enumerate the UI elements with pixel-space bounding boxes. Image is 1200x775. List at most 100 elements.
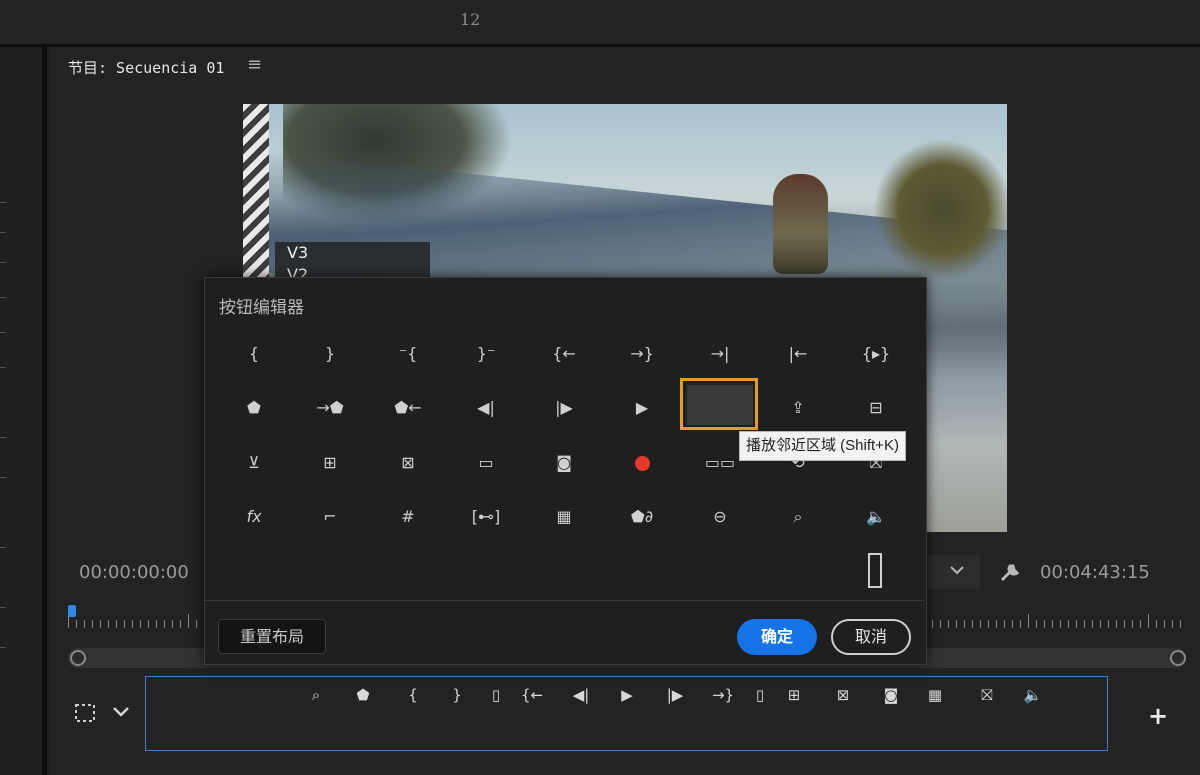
ruler-tick: [1148, 614, 1149, 628]
ruler-tick: [948, 620, 949, 628]
ruler-tick: [1060, 620, 1061, 628]
ruler-tick: [180, 620, 181, 628]
ruler-tick: [1156, 620, 1157, 628]
editor-button-r2-c9[interactable]: ⊟: [858, 394, 894, 422]
editor-button-r3-c1[interactable]: ⊻: [236, 449, 272, 477]
editor-button-r1-c7[interactable]: →|: [702, 340, 738, 368]
ruler-tick: [940, 620, 941, 628]
editor-button-r3-c2[interactable]: ⊞: [312, 449, 348, 477]
transport-button-8[interactable]: ▶: [615, 683, 639, 707]
chevron-down-icon: [950, 566, 964, 575]
empty-button-slot[interactable]: [868, 553, 882, 588]
editor-button-r2-c3[interactable]: ⬟←: [390, 394, 426, 422]
ruler-tick: [1068, 620, 1069, 628]
dialog-divider: [205, 600, 924, 601]
reset-layout-button[interactable]: 重置布局: [218, 619, 326, 654]
transport-button-11[interactable]: ▯: [748, 683, 772, 707]
ruler-tick: [1172, 620, 1173, 628]
select-zoom-icon[interactable]: [74, 703, 98, 729]
editor-button-r1-c6[interactable]: →}: [624, 340, 660, 368]
transport-button-6[interactable]: {←: [520, 683, 544, 707]
editor-button-r3-c3[interactable]: ⊠: [390, 449, 426, 477]
transport-button-9[interactable]: |▶: [663, 683, 687, 707]
editor-button-r2-c2[interactable]: →⬟: [312, 394, 348, 422]
ok-button[interactable]: 确定: [737, 619, 817, 655]
editor-button-r4-c5[interactable]: ▦: [546, 503, 582, 531]
transport-button-16[interactable]: ⛝: [975, 683, 999, 707]
wrench-icon[interactable]: [998, 560, 1022, 588]
cancel-button[interactable]: 取消: [831, 619, 911, 655]
ruler-tick: [132, 620, 133, 628]
transport-button-3[interactable]: {: [401, 683, 425, 707]
editor-button-r4-c2[interactable]: ⌐: [312, 503, 348, 531]
editor-button-r3-c4[interactable]: ▭: [468, 449, 504, 477]
editor-button-r2-c1[interactable]: ⬟: [236, 394, 272, 422]
ruler-tick: [84, 620, 85, 628]
editor-button-r1-c3[interactable]: ⁻{: [390, 340, 426, 368]
editor-button-r1-c9[interactable]: {▸}: [858, 340, 894, 368]
zoom-handle-left[interactable]: [70, 650, 86, 666]
editor-button-r4-c1[interactable]: fx: [236, 503, 272, 531]
editor-button-r4-c8[interactable]: ⌕: [780, 503, 816, 531]
playhead[interactable]: [68, 605, 76, 617]
frame-number: 12: [460, 10, 481, 29]
editor-button-r3-c7[interactable]: ▭▭: [702, 449, 738, 477]
zoom-handle-right[interactable]: [1170, 650, 1186, 666]
editor-button-r1-c4[interactable]: }⁻: [468, 340, 504, 368]
chevron-down-icon[interactable]: [112, 704, 130, 723]
timecode-current[interactable]: 00:00:00:00: [79, 562, 189, 583]
ruler-tick: [956, 620, 957, 628]
ruler-tick: [1028, 614, 1029, 628]
editor-button-r4-c9[interactable]: 🔈: [858, 503, 894, 531]
editor-button-r4-c6[interactable]: ⬟∂: [624, 503, 660, 531]
transport-button-17[interactable]: 🔈: [1021, 683, 1045, 707]
ruler-tick: [1164, 620, 1165, 628]
transport-button-14[interactable]: ◙: [879, 683, 903, 707]
ruler-tick: [124, 620, 125, 628]
editor-button-r3-c6[interactable]: [624, 449, 660, 477]
ruler-tick: [932, 620, 933, 628]
editor-button-r1-c1[interactable]: {: [236, 340, 272, 368]
transport-button-5[interactable]: ▯: [484, 683, 508, 707]
ruler-tick: [1020, 620, 1021, 628]
ruler-tick: [1100, 620, 1101, 628]
editor-button-r2-c6[interactable]: ▶: [624, 394, 660, 422]
left-panel: [0, 47, 47, 775]
ruler-tick: [148, 620, 149, 628]
editor-button-r4-c3[interactable]: #: [390, 503, 426, 531]
editor-button-r1-c8[interactable]: |←: [780, 340, 816, 368]
ruler-tick: [1108, 620, 1109, 628]
editor-button-r1-c2[interactable]: }: [312, 340, 348, 368]
ruler-tick: [1052, 620, 1053, 628]
editor-button-r2-c5[interactable]: |▶: [546, 394, 582, 422]
ruler-tick: [1036, 620, 1037, 628]
transport-button-13[interactable]: ⊠: [831, 683, 855, 707]
transport-button-15[interactable]: ▦: [923, 683, 947, 707]
editor-button-r4-c4[interactable]: [⊷]: [468, 503, 504, 531]
tooltip: 播放邻近区域 (Shift+K): [739, 431, 906, 461]
transport-button-4[interactable]: }: [445, 683, 469, 707]
add-button-plus[interactable]: +: [1148, 702, 1168, 730]
ruler-tick: [1180, 620, 1181, 628]
editor-button-r2-c8[interactable]: ⇪: [780, 394, 816, 422]
hamburger-icon[interactable]: ≡: [247, 54, 262, 75]
fit-dropdown[interactable]: [928, 555, 980, 589]
editor-button-r2-c4[interactable]: ◀|: [468, 394, 504, 422]
editor-button-r4-c7[interactable]: ⊖: [702, 503, 738, 531]
ruler-tick: [156, 620, 157, 628]
ruler-tick: [1132, 620, 1133, 628]
ruler-tick: [164, 620, 165, 628]
ruler-tick: [972, 620, 973, 628]
transport-button-10[interactable]: →}: [711, 683, 735, 707]
ruler-tick: [92, 620, 93, 628]
editor-button-r3-c5[interactable]: ◙: [546, 449, 582, 477]
ruler-tick: [980, 620, 981, 628]
transport-button-1[interactable]: ⌕: [304, 683, 328, 707]
timecode-duration: 00:04:43:15: [1040, 562, 1150, 583]
ruler-tick: [996, 620, 997, 628]
ruler-tick: [188, 614, 189, 628]
transport-button-12[interactable]: ⊞: [782, 683, 806, 707]
transport-button-2[interactable]: ⬟: [351, 683, 375, 707]
editor-button-r1-c5[interactable]: {←: [546, 340, 582, 368]
transport-button-7[interactable]: ◀|: [569, 683, 593, 707]
